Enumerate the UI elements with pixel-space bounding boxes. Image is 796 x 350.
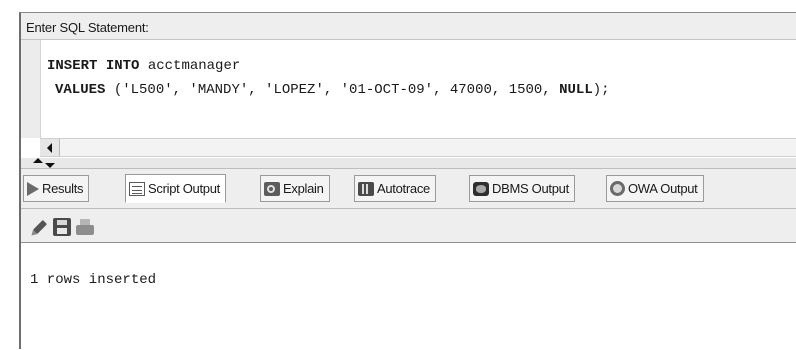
editor-gutter (21, 40, 41, 138)
tab-label: Autotrace (377, 181, 430, 196)
save-icon[interactable] (53, 218, 71, 236)
sql-statement-header: Enter SQL Statement: (21, 13, 796, 40)
script-output-icon (129, 181, 145, 196)
keyword-insert: INSERT (47, 58, 98, 74)
tab-explain[interactable]: Explain (260, 175, 330, 202)
sql-worksheet: Enter SQL Statement: INSERT INTO acctman… (19, 12, 796, 350)
statement-end: ); (592, 82, 610, 98)
expand-down-arrow-icon[interactable] (45, 163, 55, 168)
sql-editor[interactable]: INSERT INTO acctmanager VALUES ('L500', '… (21, 40, 796, 157)
tab-label: Script Output (148, 181, 220, 196)
expand-up-arrow-icon[interactable] (33, 158, 43, 163)
explain-icon (264, 181, 280, 196)
print-icon[interactable] (76, 218, 94, 236)
autotrace-icon (358, 181, 374, 196)
keyword-null: NULL (559, 82, 593, 98)
clear-pencil-icon[interactable] (27, 214, 52, 239)
table-name: acctmanager (139, 58, 241, 74)
results-icon (27, 181, 39, 196)
output-tab-bar: Results Script Output Explain Autotrace … (21, 169, 796, 209)
code-line-1: INSERT INTO acctmanager (47, 54, 610, 78)
tab-label: DBMS Output (492, 181, 569, 196)
editor-horizontal-scrollbar[interactable] (40, 138, 796, 157)
tab-label: Explain (283, 181, 324, 196)
tab-owa-output[interactable]: OWA Output (606, 175, 704, 202)
sql-statement-label: Enter SQL Statement: (26, 20, 149, 35)
scroll-left-arrow-icon (47, 142, 52, 153)
tab-label: OWA Output (628, 181, 698, 196)
tab-script-output[interactable]: Script Output (125, 174, 226, 203)
panel-splitter[interactable] (21, 158, 796, 169)
splitter-arrows[interactable] (33, 158, 55, 168)
tab-autotrace[interactable]: Autotrace (354, 175, 436, 202)
output-message: 1 rows inserted (30, 272, 157, 288)
keyword-into: INTO (105, 58, 140, 74)
tab-dbms-output[interactable]: DBMS Output (469, 175, 575, 202)
code-line-2: VALUES ('L500', 'MANDY', 'LOPEZ', '01-OC… (47, 78, 610, 102)
tab-label: Results (42, 181, 84, 196)
script-output-panel: 1 rows inserted (21, 243, 796, 350)
keyword-values: VALUES (55, 82, 106, 98)
tab-results[interactable]: Results (23, 175, 90, 202)
values-list: ('L500', 'MANDY', 'LOPEZ', '01-OCT-09', … (105, 82, 560, 98)
dbms-output-icon (473, 181, 489, 196)
sql-code[interactable]: INSERT INTO acctmanager VALUES ('L500', '… (47, 54, 610, 102)
output-toolbar (21, 209, 796, 243)
scroll-left-button[interactable] (40, 139, 60, 156)
owa-output-icon (610, 181, 625, 196)
